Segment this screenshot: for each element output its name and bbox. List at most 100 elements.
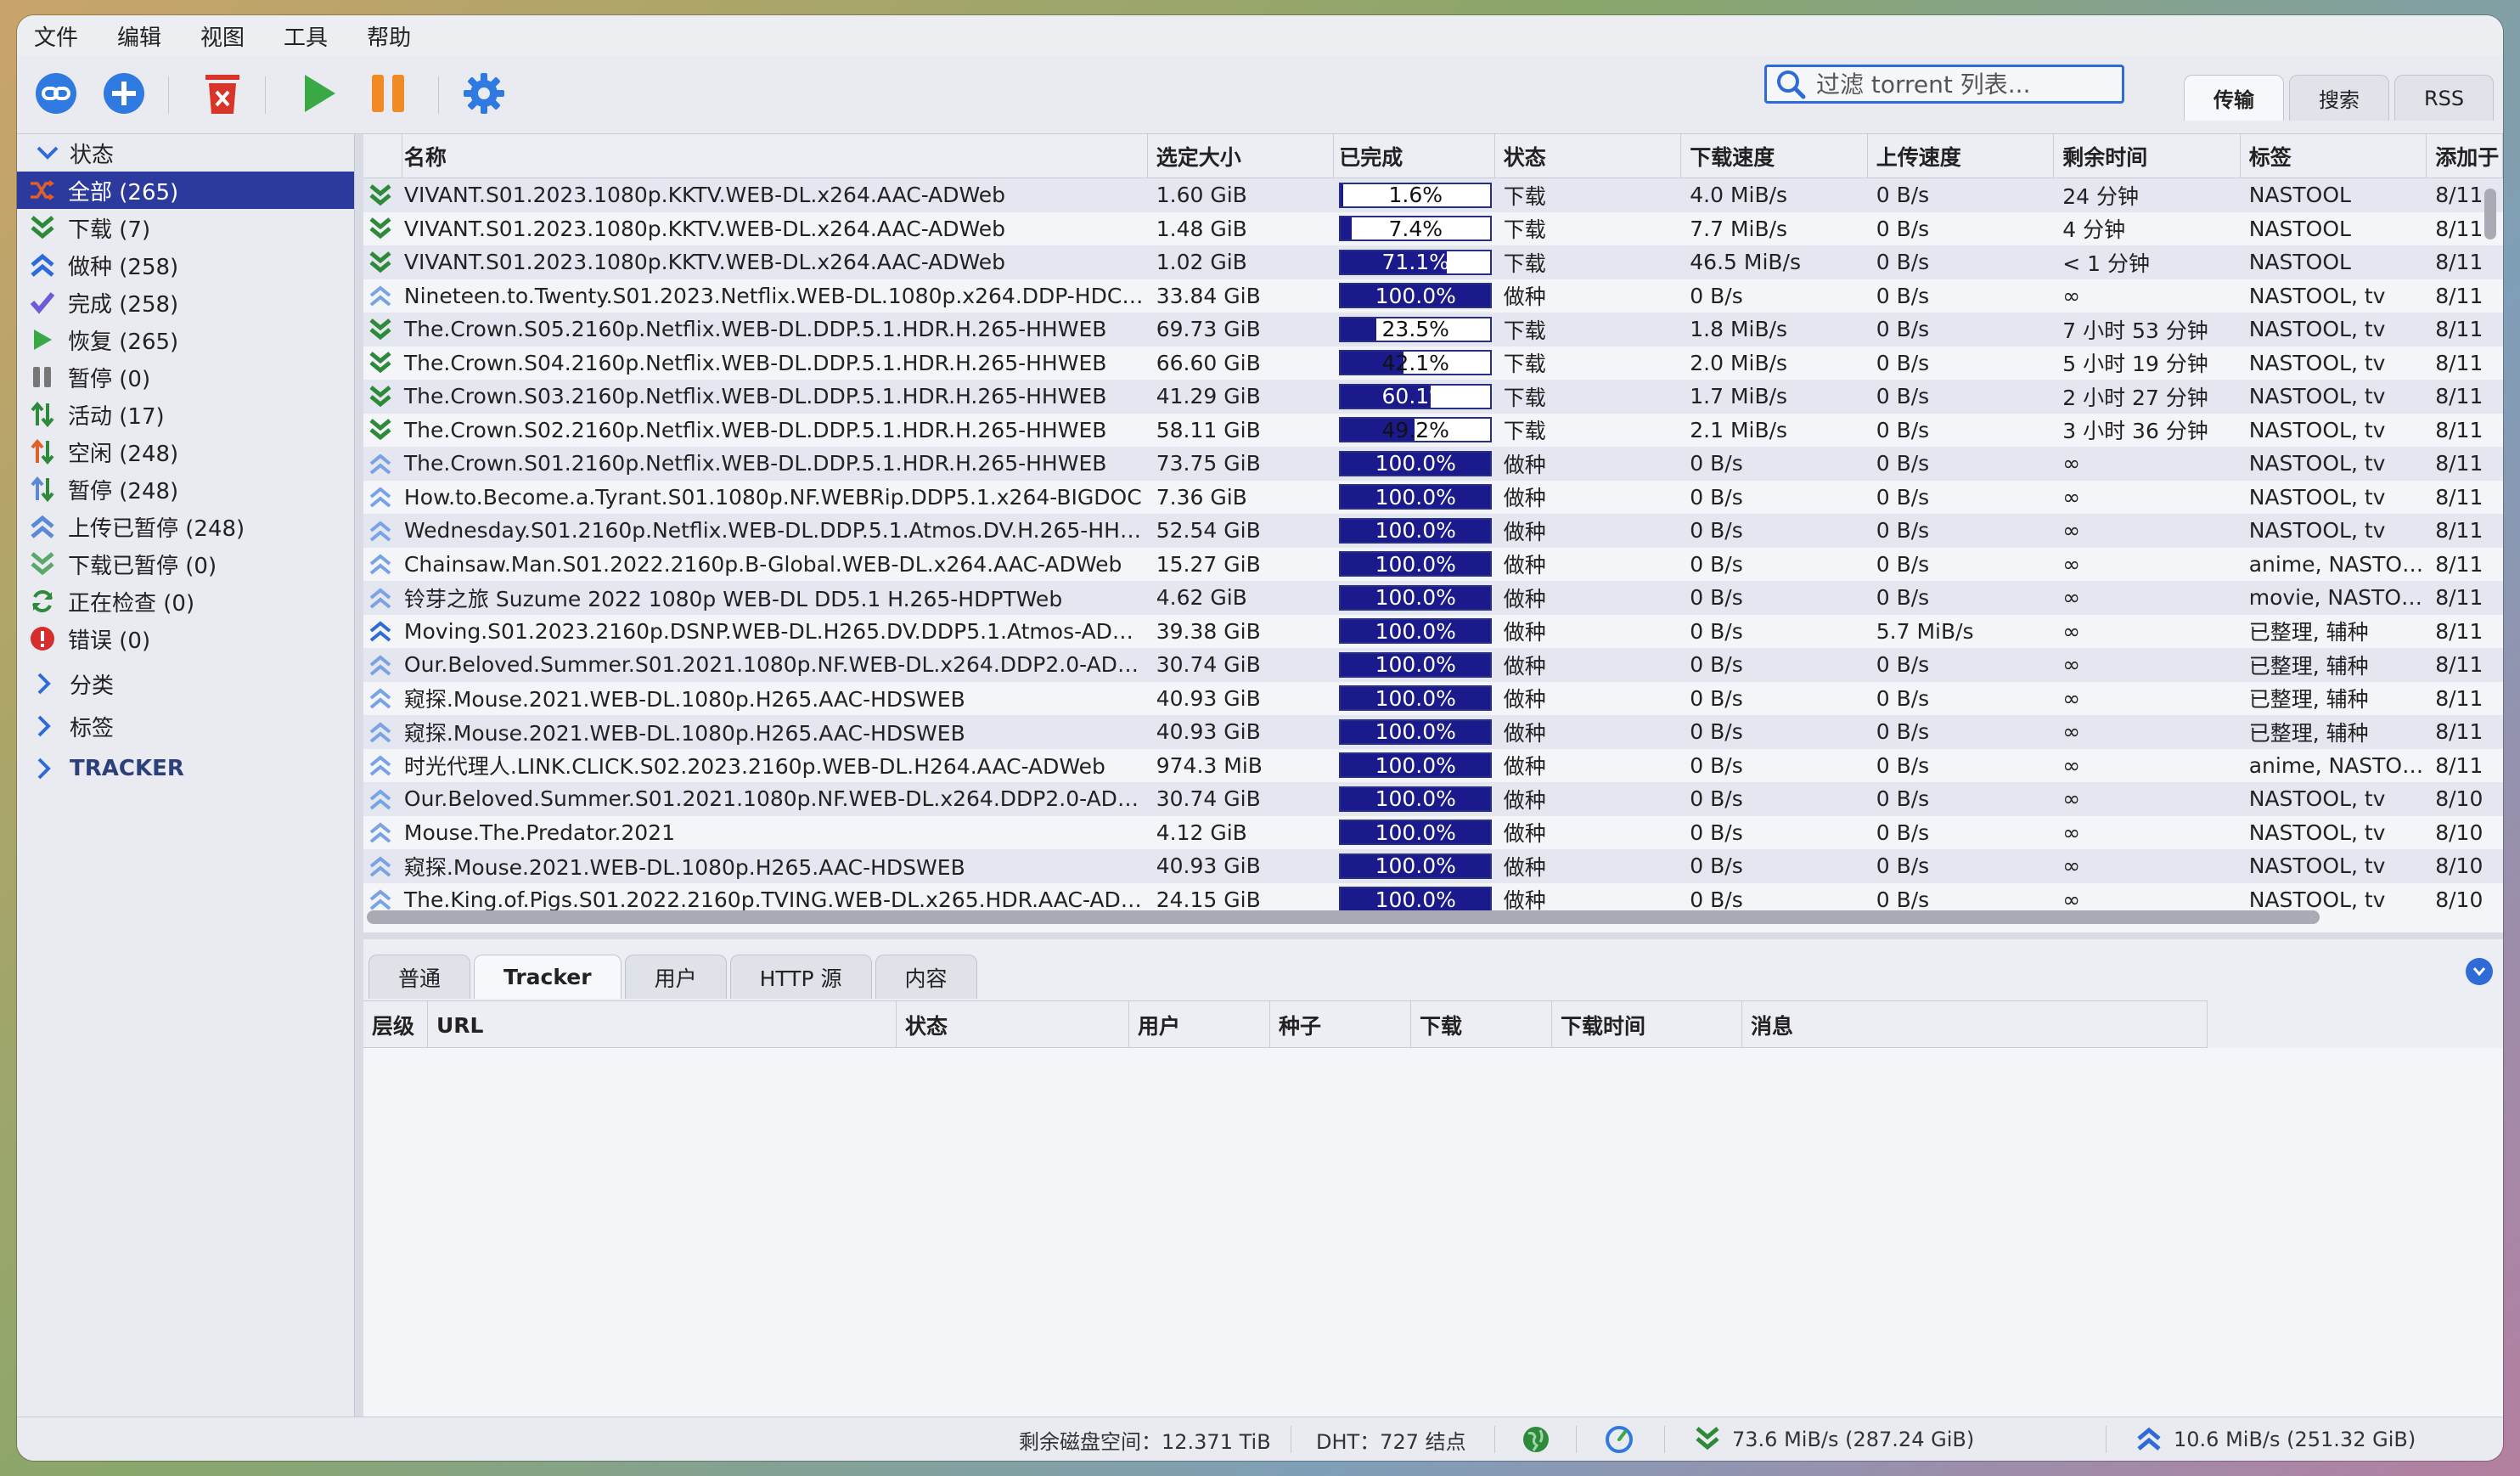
upload-speed: 0 B/s (1876, 183, 1930, 208)
table-row[interactable]: The.Crown.S01.2160p.Netflix.WEB-DL.DDP.5… (363, 447, 2503, 481)
table-row[interactable]: 时光代理人.LINK.CLICK.S02.2023.2160p.WEB-DL.H… (363, 748, 2503, 782)
torrent-tags: NASTOOL, tv (2248, 384, 2386, 409)
col-url[interactable]: URL (428, 1001, 897, 1049)
table-row[interactable]: The.Crown.S03.2160p.Netflix.WEB-DL.DDP.5… (363, 380, 2503, 414)
table-row[interactable]: VIVANT.S01.2023.1080p.KKTV.WEB-DL.x264.A… (363, 245, 2503, 279)
progress-bar: 100.0% (1339, 820, 1493, 846)
pane-splitter[interactable] (363, 932, 2503, 939)
sidebar-status-item[interactable]: 暂停 (0) (17, 358, 354, 396)
vertical-scrollbar[interactable] (2484, 189, 2496, 239)
tab-http-sources[interactable]: HTTP 源 (729, 955, 872, 999)
add-torrent-button[interactable] (98, 68, 149, 119)
download-speed: 0 B/s (1690, 551, 1743, 577)
torrent-tags: NASTOOL, tv (2248, 484, 2386, 510)
menu-help[interactable]: 帮助 (367, 20, 411, 52)
resume-button[interactable] (294, 68, 345, 119)
sidebar-status-item[interactable]: 全部 (265) (17, 172, 354, 209)
table-row[interactable]: VIVANT.S01.2023.1080p.KKTV.WEB-DL.x264.A… (363, 211, 2503, 245)
torrent-tags: NASTOOL, tv (2248, 887, 2386, 912)
col-progress[interactable]: 已完成 (1334, 134, 1495, 178)
tab-peers[interactable]: 用户 (624, 955, 727, 999)
sidebar-status-item[interactable]: 做种 (258) (17, 246, 354, 284)
pause-button[interactable] (363, 68, 414, 119)
sidebar-status-item[interactable]: 空闲 (248) (17, 433, 354, 470)
add-link-button[interactable] (31, 68, 82, 119)
filter-box[interactable] (1764, 65, 2124, 104)
sidebar-status-item[interactable]: 暂停 (248) (17, 470, 354, 508)
col-state[interactable]: 状态 (1495, 134, 1682, 178)
eta: ∞ (2062, 451, 2081, 476)
menu-file[interactable]: 文件 (34, 20, 78, 52)
table-row[interactable]: 窥探.Mouse.2021.WEB-DL.1080p.H265.AAC-HDSW… (363, 715, 2503, 749)
sidebar-status-item[interactable]: 下载 (7) (17, 209, 354, 246)
col-message[interactable]: 消息 (1742, 1001, 2208, 1049)
download-speed: 0 B/s (1690, 685, 1743, 711)
table-row[interactable]: Chainsaw.Man.S01.2022.2160p.B-Global.WEB… (363, 547, 2503, 581)
table-row[interactable]: Our.Beloved.Summer.S01.2021.1080p.NF.WEB… (363, 648, 2503, 682)
col-tracker-status[interactable]: 状态 (897, 1001, 1129, 1049)
menu-tools[interactable]: 工具 (284, 20, 328, 52)
menu-view[interactable]: 视图 (200, 20, 245, 52)
options-button[interactable] (458, 68, 509, 119)
table-row[interactable]: 铃芽之旅 Suzume 2022 1080p WEB-DL DD5.1 H.26… (363, 581, 2503, 615)
col-eta[interactable]: 剩余时间 (2054, 134, 2241, 178)
download-speed: 0 B/s (1690, 853, 1743, 879)
sidebar-status-item[interactable]: 上传已暂停 (248) (17, 508, 354, 545)
col-download-time[interactable]: 下载时间 (1552, 1001, 1742, 1049)
col-size[interactable]: 选定大小 (1148, 134, 1335, 178)
col-tier[interactable]: 层级 (363, 1001, 428, 1049)
group-tags[interactable]: 标签 (17, 705, 354, 747)
tab-transfers[interactable]: 传输 (2184, 75, 2284, 121)
sidebar-status-item[interactable]: 活动 (17) (17, 396, 354, 433)
table-row[interactable]: The.Crown.S02.2160p.Netflix.WEB-DL.DDP.5… (363, 413, 2503, 447)
group-trackers-label: TRACKER (70, 756, 184, 781)
torrent-name: The.King.of.Pigs.S01.2022.2160p.TVING.WE… (403, 887, 1148, 912)
table-row[interactable]: The.Crown.S04.2160p.Netflix.WEB-DL.DDP.5… (363, 346, 2503, 380)
group-trackers[interactable]: TRACKER (17, 747, 354, 790)
col-name[interactable]: 名称 (402, 134, 1148, 178)
tab-content[interactable]: 内容 (875, 955, 977, 999)
eta: ∞ (2062, 752, 2081, 778)
col-upload-speed[interactable]: 上传速度 (1868, 134, 2055, 178)
horizontal-scrollbar[interactable] (367, 910, 2320, 924)
group-categories[interactable]: 分类 (17, 662, 354, 705)
table-row[interactable]: 窥探.Mouse.2021.WEB-DL.1080p.H265.AAC-HDSW… (363, 849, 2503, 883)
sidebar-status-item[interactable]: 正在检查 (0) (17, 583, 354, 620)
double-chevron-up-icon (363, 284, 402, 307)
table-row[interactable]: Our.Beloved.Summer.S01.2021.1080p.NF.WEB… (363, 782, 2503, 816)
sidebar-status-item[interactable]: 完成 (258) (17, 284, 354, 321)
tab-general[interactable]: 普通 (368, 955, 471, 999)
tab-rss[interactable]: RSS (2394, 75, 2495, 121)
menu-edit[interactable]: 编辑 (117, 20, 161, 52)
status-header[interactable]: 状态 (17, 134, 354, 172)
collapse-panel-button[interactable] (2466, 958, 2493, 985)
sidebar-status-item[interactable]: 下载已暂停 (0) (17, 545, 354, 583)
upload-speed: 5.7 MiB/s (1876, 618, 1974, 644)
table-row[interactable]: The.Crown.S05.2160p.Netflix.WEB-DL.DDP.5… (363, 313, 2503, 346)
table-row[interactable]: Wednesday.S01.2160p.Netflix.WEB-DL.DDP.5… (363, 514, 2503, 548)
added-on: 8/10 (2435, 887, 2483, 912)
delete-button[interactable] (197, 68, 248, 119)
col-tags[interactable]: 标签 (2241, 134, 2427, 178)
col-seeds[interactable]: 种子 (1270, 1001, 1411, 1049)
filter-input[interactable] (1816, 70, 2105, 99)
table-row[interactable]: Moving.S01.2023.2160p.DSNP.WEB-DL.H265.D… (363, 614, 2503, 648)
table-row[interactable]: How.to.Become.a.Tyrant.S01.1080p.NF.WEBR… (363, 480, 2503, 514)
double-chevron-up-icon (363, 519, 402, 543)
col-added[interactable]: 添加于 (2427, 134, 2503, 178)
col-download-speed[interactable]: 下载速度 (1681, 134, 1868, 178)
tab-search[interactable]: 搜索 (2289, 75, 2389, 121)
speed-limit-toggle[interactable] (1605, 1417, 1634, 1461)
sidebar-status-item[interactable]: 错误 (0) (17, 620, 354, 657)
table-row[interactable]: VIVANT.S01.2023.1080p.KKTV.WEB-DL.x264.A… (363, 178, 2503, 212)
table-row[interactable]: 窥探.Mouse.2021.WEB-DL.1080p.H265.AAC-HDSW… (363, 681, 2503, 715)
tab-trackers[interactable]: Tracker (474, 955, 622, 999)
table-row[interactable]: Mouse.The.Predator.2021 4.12 GiB 100.0% 做种 0… (363, 815, 2503, 849)
col-peers[interactable]: 用户 (1129, 1001, 1270, 1049)
sidebar-status-item[interactable]: 恢复 (265) (17, 321, 354, 358)
eta: ∞ (2062, 652, 2081, 678)
connection-status[interactable] (1522, 1417, 1550, 1461)
progress-cell: 100.0% (1334, 651, 1495, 678)
col-downloaded[interactable]: 下载 (1411, 1001, 1552, 1049)
table-row[interactable]: Nineteen.to.Twenty.S01.2023.Netflix.WEB-… (363, 279, 2503, 313)
